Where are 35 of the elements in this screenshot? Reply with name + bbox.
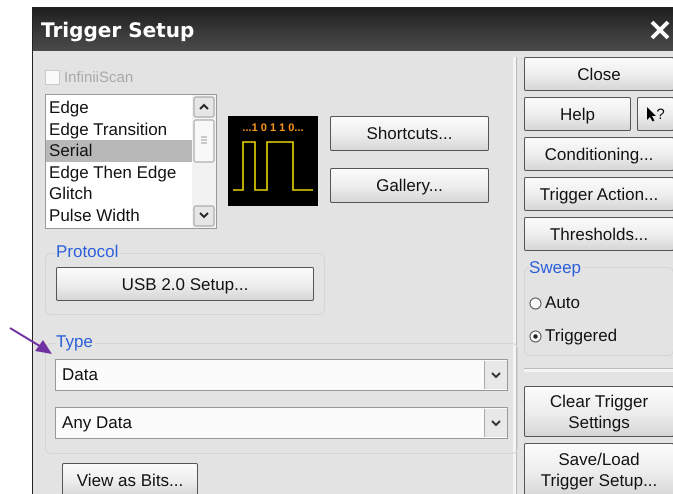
radio-label: Auto	[545, 293, 580, 313]
dropdown[interactable]: Any Data	[55, 407, 508, 439]
radio-label: Triggered	[545, 326, 618, 346]
list-item[interactable]: Serial	[46, 140, 192, 162]
dialog-button[interactable]: Thresholds...	[524, 217, 673, 251]
dialog-button[interactable]: Clear Trigger Settings	[524, 386, 673, 437]
help-button[interactable]: Help	[524, 97, 631, 131]
close-icon[interactable]	[649, 18, 671, 40]
list-item[interactable]: Edge Transition	[46, 118, 192, 140]
list-item[interactable]: Pulse Width	[46, 204, 192, 226]
radio-button[interactable]	[529, 330, 542, 342]
dropdown[interactable]: Data	[55, 359, 508, 391]
view-bits-button[interactable]: View as Bits...	[62, 463, 198, 494]
list-item[interactable]: Edge	[46, 97, 192, 118]
annotation-arrow	[9, 327, 53, 355]
list-item[interactable]: Glitch	[46, 183, 192, 204]
window-title: Trigger Setup	[41, 18, 194, 42]
scrollbar-drawing[interactable]	[192, 95, 216, 228]
radio-button[interactable]	[529, 296, 542, 310]
checkbox-label: InfiniiScan	[64, 68, 134, 86]
whats-this-button[interactable]: ?	[637, 97, 673, 131]
dialog-button[interactable]: Trigger Action...	[524, 177, 673, 211]
group-label: Type	[56, 332, 95, 352]
dialog-button[interactable]: Shortcuts...	[330, 116, 489, 151]
dialog-button[interactable]: Conditioning...	[524, 137, 673, 171]
dialog-button[interactable]: Save/Load Trigger Setup...	[524, 443, 673, 494]
group-label: Sweep	[529, 258, 583, 278]
caret-icon	[484, 361, 507, 389]
cursor-icon	[646, 106, 656, 122]
protocol-setup-button[interactable]: USB 2.0 Setup...	[56, 267, 314, 301]
list-item[interactable]: Edge Then Edge	[46, 162, 192, 183]
dialog-button[interactable]: Gallery...	[330, 168, 489, 203]
close-button[interactable]: Close	[524, 57, 673, 91]
caret-icon	[484, 409, 507, 437]
bit-pattern: ...1 0 1 1 0...	[242, 122, 304, 134]
